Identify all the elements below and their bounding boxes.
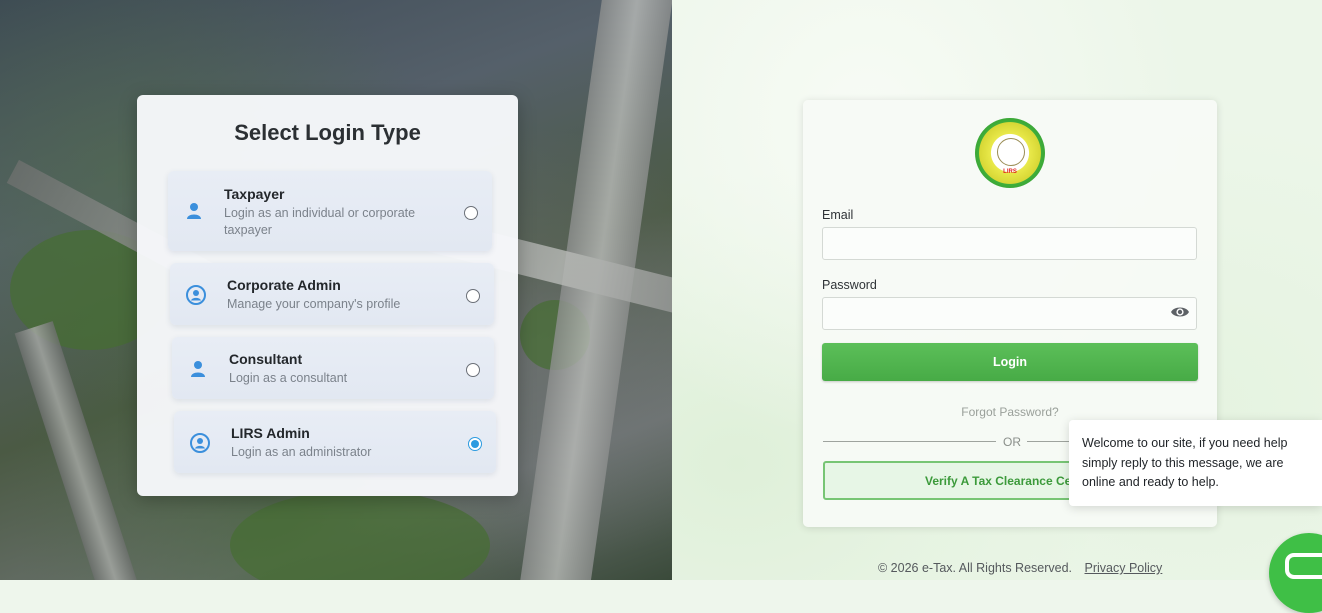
email-label: Email [822, 208, 854, 222]
account-circle-icon [190, 433, 210, 453]
person-icon [187, 203, 201, 219]
divider-line [823, 441, 996, 442]
option-title: Corporate Admin [227, 277, 341, 293]
person-icon [191, 361, 205, 377]
chat-welcome-message[interactable]: Welcome to our site, if you need help si… [1069, 420, 1322, 506]
option-radio[interactable] [466, 289, 480, 303]
email-field[interactable] [822, 227, 1197, 260]
login-button[interactable]: Login [822, 343, 1198, 381]
option-description: Login as an individual or corporate taxp… [224, 206, 416, 237]
copyright-text: © 2026 e-Tax. All Rights Reserved. [878, 561, 1073, 575]
logo-text: LIRS [1003, 169, 1017, 175]
footer: © 2026 e-Tax. All Rights Reserved. Priva… [878, 561, 1162, 575]
option-description: Login as an administrator [231, 445, 372, 459]
eye-icon[interactable] [1170, 305, 1190, 319]
forgot-password-link[interactable]: Forgot Password? [803, 405, 1217, 419]
login-option-lirs-admin[interactable]: LIRS Admin Login as an administrator [174, 411, 496, 473]
or-divider-text: OR [1003, 435, 1021, 449]
login-option-corporate-admin[interactable]: Corporate Admin Manage your company's pr… [170, 263, 494, 325]
background-road [14, 321, 146, 580]
login-type-card: Select Login Type Taxpayer Login as an i… [137, 95, 518, 496]
option-description: Manage your company's profile [227, 297, 401, 311]
login-option-taxpayer[interactable]: Taxpayer Login as an individual or corpo… [168, 171, 492, 251]
option-radio[interactable] [466, 363, 480, 377]
password-label: Password [822, 278, 877, 292]
privacy-policy-link[interactable]: Privacy Policy [1085, 561, 1163, 575]
option-description: Login as a consultant [229, 371, 348, 385]
option-title: Consultant [229, 351, 303, 367]
option-title: Taxpayer [224, 186, 285, 202]
login-type-title: Select Login Type [234, 120, 421, 145]
password-field[interactable] [822, 297, 1197, 330]
background-greenery [230, 490, 490, 580]
lirs-logo: LIRS [975, 118, 1045, 188]
option-radio[interactable] [464, 206, 478, 220]
account-circle-icon [186, 285, 206, 305]
logo-emblem [997, 138, 1025, 166]
option-title: LIRS Admin [231, 425, 310, 441]
option-radio-selected[interactable] [468, 437, 482, 451]
login-option-consultant[interactable]: Consultant Login as a consultant [172, 337, 494, 399]
